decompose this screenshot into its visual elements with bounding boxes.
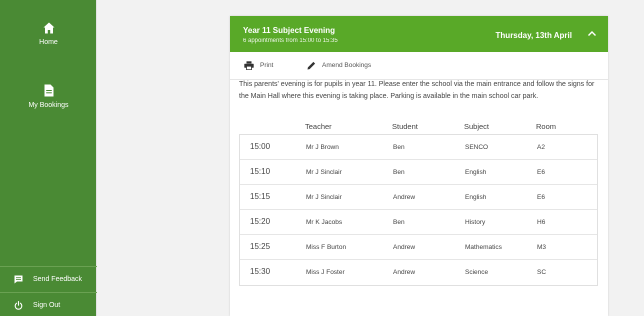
header-teacher: Teacher	[305, 122, 332, 131]
cell-subject: SENCO	[465, 144, 489, 151]
cell-time: 15:10	[250, 167, 271, 176]
power-icon	[14, 301, 23, 310]
cell-room: A2	[537, 144, 545, 151]
home-icon	[43, 22, 54, 34]
cell-student: Andrew	[393, 194, 416, 201]
cell-subject: Science	[465, 269, 489, 276]
table-row: 15:15 Mr J Sinclair Andrew English E6	[240, 185, 597, 210]
cell-subject: History	[465, 219, 486, 226]
cell-time: 15:15	[250, 192, 271, 201]
amend-bookings-button[interactable]: Amend Bookings	[307, 61, 371, 70]
cell-student: Andrew	[393, 269, 416, 276]
table-body: 15:00 Mr J Brown Ben SENCO A2 15:10 Mr J…	[239, 134, 598, 286]
cell-room: SC	[537, 269, 547, 276]
chevron-up-icon[interactable]	[585, 28, 599, 40]
cell-teacher: Mr J Sinclair	[306, 169, 342, 176]
cell-teacher: Mr J Brown	[306, 144, 339, 151]
cell-time: 15:20	[250, 217, 271, 226]
cell-student: Ben	[393, 169, 405, 176]
cell-room: M3	[537, 244, 547, 251]
event-header[interactable]: Year 11 Subject Evening 6 appointments f…	[230, 16, 608, 52]
cell-subject: English	[465, 194, 487, 201]
event-date: Thursday, 13th April	[495, 31, 572, 40]
header-subject: Subject	[464, 122, 490, 131]
print-button[interactable]: Print	[244, 61, 273, 70]
cell-time: 15:00	[250, 142, 271, 151]
header-student: Student	[392, 122, 418, 131]
cell-student: Ben	[393, 144, 405, 151]
sidebar-item-my-bookings[interactable]: My Bookings	[0, 84, 97, 109]
appointments-table: Teacher Student Subject Room 15:00 Mr J …	[239, 119, 598, 286]
cell-time: 15:30	[250, 267, 271, 276]
cell-room: E6	[537, 169, 545, 176]
table-row: 15:25 Miss F Burton Andrew Mathematics M…	[240, 235, 597, 260]
sign-out-button[interactable]: Sign Out	[0, 292, 97, 316]
print-label: Print	[260, 62, 274, 69]
table-header: Teacher Student Subject Room	[239, 119, 598, 134]
sidebar: Home My Bookings Send Feedback Sign Out	[0, 0, 97, 316]
header-room: Room	[536, 122, 557, 131]
cell-student: Andrew	[393, 244, 416, 251]
printer-icon	[244, 61, 254, 70]
send-feedback-label: Send Feedback	[33, 276, 83, 283]
sign-out-label: Sign Out	[33, 302, 61, 309]
table-row: 15:30 Miss J Foster Andrew Science SC	[240, 260, 597, 285]
cell-room: E6	[537, 194, 545, 201]
amend-bookings-label: Amend Bookings	[322, 62, 372, 69]
event-description: This parents' evening is for pupils in y…	[239, 81, 595, 100]
pencil-icon	[307, 61, 316, 70]
cell-time: 15:25	[250, 242, 271, 251]
event-subtitle: 6 appointments from 15:00 to 15:35	[243, 38, 338, 44]
cell-teacher: Miss J Foster	[306, 269, 345, 276]
table-row: 15:20 Mr K Jacobs Ben History H6	[240, 210, 597, 235]
sidebar-item-home[interactable]: Home	[0, 22, 97, 46]
toolbar: Print Amend Bookings	[230, 52, 608, 80]
cell-subject: English	[465, 169, 487, 176]
sidebar-item-label: Home	[39, 39, 58, 46]
sidebar-item-label: My Bookings	[28, 102, 69, 109]
table-row: 15:10 Mr J Sinclair Ben English E6	[240, 160, 597, 185]
table-row: 15:00 Mr J Brown Ben SENCO A2	[240, 135, 597, 160]
cell-teacher: Mr J Sinclair	[306, 194, 342, 201]
cell-room: H6	[537, 219, 546, 226]
document-icon	[44, 84, 53, 97]
cell-student: Ben	[393, 219, 405, 226]
cell-teacher: Miss F Burton	[306, 244, 347, 251]
cell-subject: Mathematics	[465, 244, 502, 251]
cell-teacher: Mr K Jacobs	[306, 219, 343, 226]
feedback-icon	[14, 275, 23, 284]
send-feedback-button[interactable]: Send Feedback	[0, 266, 97, 292]
event-title: Year 11 Subject Evening	[243, 26, 336, 35]
